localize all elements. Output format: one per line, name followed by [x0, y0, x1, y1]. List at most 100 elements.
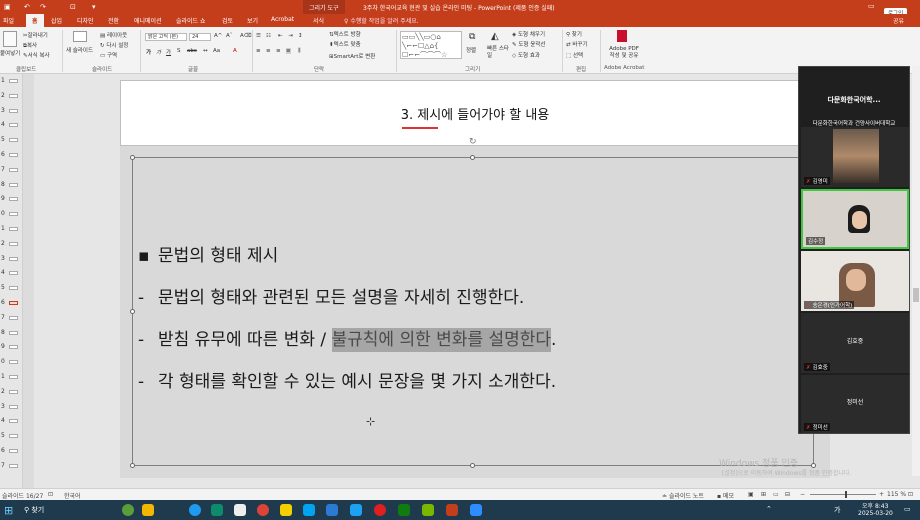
line-spacing-icon[interactable]: ↕ — [298, 33, 303, 39]
slide-thumbnail[interactable]: 9 — [1, 342, 21, 352]
zoom-slider-thumb[interactable] — [845, 491, 847, 498]
align-left-icon[interactable]: ≡ — [256, 48, 261, 54]
start-presentation-icon[interactable]: ⊡ — [70, 3, 76, 11]
resize-handle-n[interactable] — [470, 155, 475, 160]
selected-text-highlight[interactable]: 불규칙에 의한 변화를 설명한다 — [331, 328, 552, 352]
app-icon-4[interactable] — [398, 504, 410, 516]
arrange-button[interactable]: 정렬 — [466, 46, 476, 54]
scrollbar-thumb[interactable] — [913, 288, 919, 302]
explorer-folder-icon[interactable] — [234, 504, 246, 516]
italic-icon[interactable]: 가 — [156, 48, 161, 56]
underline-icon[interactable]: 가 — [166, 48, 171, 56]
paste-icon[interactable] — [3, 31, 17, 47]
slide-thumbnail[interactable]: 7 — [1, 461, 21, 471]
participant-tile-5[interactable]: 정미선 ✗ 정미선 — [801, 375, 909, 433]
tab-acrobat[interactable]: Acrobat — [271, 16, 294, 23]
tab-design[interactable]: 디자인 — [77, 16, 94, 25]
font-name-select[interactable]: 맑은 고딕 (본) — [145, 33, 187, 41]
slide-thumbnail[interactable]: 2 — [1, 239, 21, 249]
slide-thumbnail[interactable]: 8 — [1, 180, 21, 190]
rotate-handle-icon[interactable]: ↻ — [469, 137, 477, 147]
zoom-taskbar-icon[interactable] — [470, 504, 482, 516]
new-slide-button[interactable]: 새 슬라이드 — [66, 46, 93, 54]
participant-tile-1[interactable]: ✗ 김영미 — [801, 127, 909, 187]
slide-thumbnail[interactable]: 3 — [1, 106, 21, 116]
shapes-gallery[interactable]: ▭▭╲╲▭○⌂ ╲⌐⌐☐△⌂{☐⌐⌐⌒⌒⌒☆ — [400, 31, 462, 59]
format-painter-button[interactable]: ✎서식 복사 — [23, 51, 50, 59]
new-slide-icon[interactable] — [73, 31, 87, 42]
slide-thumbnail[interactable]: 5 — [1, 431, 21, 441]
ribbon-display-icon[interactable]: ▭ — [868, 2, 875, 10]
tray-arrow-icon[interactable]: ⌃ — [766, 505, 772, 513]
bullet-line-2[interactable]: - 문법의 형태와 관련된 모든 설명을 자세히 진행한다. — [138, 283, 524, 308]
app-icon-3[interactable] — [350, 504, 362, 516]
zoom-in-icon[interactable]: + — [879, 491, 884, 498]
clear-formatting-icon[interactable]: A⌫ — [240, 33, 252, 39]
slide-thumbnail[interactable]: 4 — [1, 268, 21, 278]
participant-tile-2-active-speaker[interactable]: 김수정 — [801, 189, 909, 249]
slide-thumbnail[interactable]: 3 — [1, 254, 21, 264]
slide-thumbnail[interactable]: 9 — [1, 194, 21, 204]
slideshow-view-icon[interactable]: ⊟ — [785, 491, 790, 498]
app-icon-2[interactable] — [326, 504, 338, 516]
tab-insert[interactable]: 삽입 — [51, 16, 62, 25]
find-button[interactable]: ⚲ 찾기 — [566, 30, 582, 38]
adobe-pdf-button[interactable]: Adobe PDF 작성 및 공유 — [606, 46, 642, 60]
tab-transitions[interactable]: 전환 — [108, 16, 119, 25]
font-shrink-icon[interactable]: Aˇ — [226, 33, 233, 39]
file-explorer-icon[interactable] — [142, 504, 154, 516]
decrease-indent-icon[interactable]: ⇤ — [278, 33, 283, 39]
tab-view[interactable]: 보기 — [247, 16, 258, 25]
undo-icon[interactable]: ↶ — [24, 3, 30, 11]
app-icon[interactable] — [303, 504, 315, 516]
slide-thumbnail[interactable]: 1 — [1, 76, 21, 86]
replace-button[interactable]: ⇄ 바꾸기 — [566, 40, 588, 48]
search-box[interactable]: ⚲ 찾기 — [24, 505, 44, 515]
reading-view-icon[interactable]: ▭ — [773, 491, 779, 498]
slide-thumbnail[interactable]: 3 — [1, 402, 21, 412]
bullet-line-1[interactable]: ▪ 문법의 형태 제시 — [138, 241, 278, 266]
customize-qat-icon[interactable]: ▾ — [92, 3, 96, 11]
language-indicator[interactable]: 한국어 — [64, 491, 81, 500]
slide-thumbnail[interactable]: 0 — [1, 357, 21, 367]
zoom-level[interactable]: 115 % — [887, 491, 906, 498]
quick-styles-button[interactable]: 빠른 스타일 — [487, 46, 509, 60]
slide-thumbnail[interactable]: 6 — [1, 298, 21, 308]
resize-handle-nw[interactable] — [130, 155, 135, 160]
tab-animations[interactable]: 애니메이션 — [134, 16, 162, 25]
numbering-icon[interactable]: ☷ — [266, 33, 271, 39]
kakaotalk-icon[interactable] — [280, 504, 292, 516]
tab-review[interactable]: 검토 — [222, 16, 233, 25]
chrome-browser-icon[interactable] — [257, 504, 269, 516]
resize-handle-s[interactable] — [470, 463, 475, 468]
smartart-button[interactable]: ⊞SmartArt로 변환 — [329, 52, 375, 60]
shadow-icon[interactable]: S — [177, 48, 181, 54]
participant-tile-3[interactable]: ✗ 송은경(인가어학) — [801, 251, 909, 311]
recorder-icon[interactable] — [374, 504, 386, 516]
paste-button[interactable]: 붙여넣기 — [0, 49, 20, 57]
columns-icon[interactable]: ⫼ — [298, 48, 301, 55]
slide-thumbnail[interactable]: 6 — [1, 150, 21, 160]
slide-thumbnail[interactable]: 1 — [1, 224, 21, 234]
share-button[interactable]: 공유 — [893, 16, 904, 25]
slide-thumbnail[interactable]: 7 — [1, 313, 21, 323]
powerpoint-taskbar-icon[interactable] — [446, 504, 458, 516]
char-spacing-icon[interactable]: ↔ — [203, 48, 208, 54]
resize-handle-w[interactable] — [130, 309, 135, 314]
font-grow-icon[interactable]: A^ — [214, 33, 222, 39]
cut-button[interactable]: ✂잘라내기 — [23, 31, 48, 39]
zoom-slider[interactable] — [810, 494, 876, 495]
align-right-icon[interactable]: ≡ — [276, 48, 281, 54]
notification-icon[interactable]: ▭ — [904, 505, 911, 513]
align-text-button[interactable]: ⬍텍스트 맞춤 — [329, 40, 361, 48]
change-case-icon[interactable]: Aa — [213, 48, 220, 54]
start-icon[interactable]: ⊞ — [4, 504, 13, 517]
slide-thumbnail[interactable]: 2 — [1, 91, 21, 101]
chrome-icon[interactable] — [189, 504, 201, 516]
shape-effects-button[interactable]: ◇ 도형 효과 — [512, 51, 540, 59]
shape-fill-button[interactable]: ◈ 도형 채우기 — [512, 30, 545, 38]
resize-handle-sw[interactable] — [130, 463, 135, 468]
edge-icon[interactable] — [211, 504, 223, 516]
bold-icon[interactable]: 가 — [146, 48, 151, 56]
spellcheck-icon[interactable]: ⊡ — [48, 491, 53, 498]
